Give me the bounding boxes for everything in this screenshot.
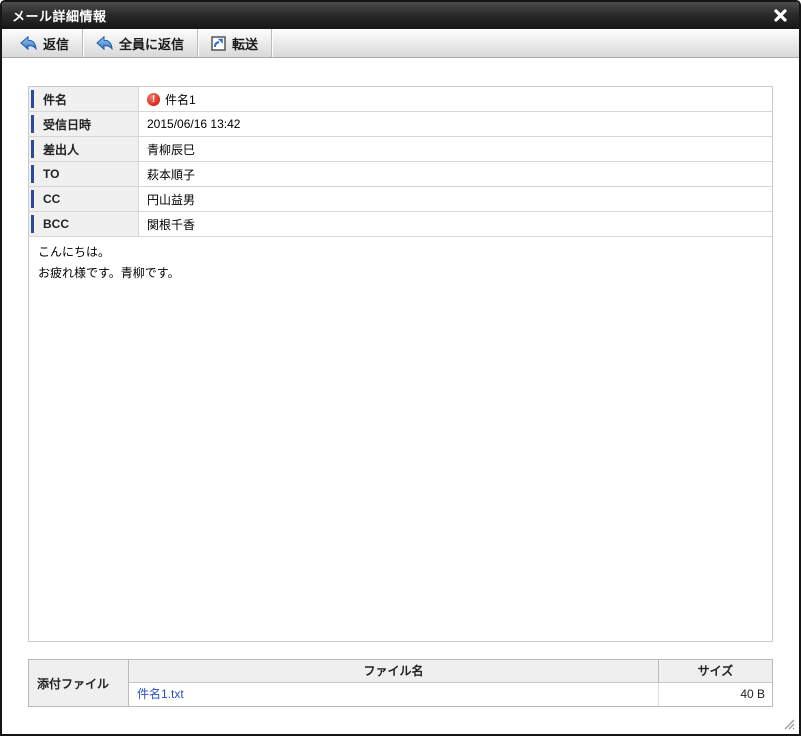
- toolbar: 返信 全員に返信 転送: [2, 29, 799, 58]
- field-label: BCC: [29, 212, 139, 236]
- field-label: 受信日時: [29, 112, 139, 136]
- attachments-col-filename: ファイル名: [129, 660, 659, 683]
- field-value: 青柳辰巳: [147, 142, 196, 157]
- reply-all-button-label: 全員に返信: [119, 36, 185, 52]
- forward-icon: [211, 35, 226, 51]
- reply-button-label: 返信: [43, 36, 70, 52]
- field-value-subject: ! 件名1: [139, 87, 772, 111]
- resize-grip-icon: [784, 719, 795, 730]
- mail-detail-dialog: メール詳細情報 返信 全員に返信 転送 件名 ! 件名1 受信日時 2015/0…: [0, 0, 801, 736]
- subject-text: 件名1: [165, 92, 196, 107]
- field-row-subject: 件名 ! 件名1: [29, 87, 772, 112]
- forward-button-label: 転送: [232, 36, 259, 52]
- field-label: 差出人: [29, 137, 139, 161]
- forward-button[interactable]: 転送: [198, 29, 273, 57]
- attachments-table: 添付ファイル ファイル名 サイズ 件名1.txt 40 B: [28, 659, 773, 707]
- mail-detail-panel: 件名 ! 件名1 受信日時 2015/06/16 13:42 差出人 青柳辰巳 …: [28, 86, 773, 642]
- field-row-received: 受信日時 2015/06/16 13:42: [29, 112, 772, 137]
- field-label: TO: [29, 162, 139, 186]
- reply-button[interactable]: 返信: [7, 29, 84, 57]
- field-row-sender: 差出人 青柳辰巳: [29, 137, 772, 162]
- reply-all-button[interactable]: 全員に返信: [83, 29, 199, 57]
- mail-body-line: こんにちは。: [38, 245, 111, 259]
- close-button[interactable]: [771, 7, 789, 25]
- field-row-cc: CC 円山益男: [29, 187, 772, 212]
- field-value: 関根千香: [147, 217, 196, 232]
- attachment-row-size: 40 B: [659, 683, 772, 706]
- mail-body: こんにちは。 お疲れ様です。青柳です。: [29, 237, 772, 289]
- close-icon: [773, 9, 787, 22]
- field-label: CC: [29, 187, 139, 211]
- field-label: 件名: [29, 87, 139, 111]
- field-value: 2015/06/16 13:42: [147, 117, 241, 131]
- field-value: 円山益男: [147, 192, 196, 207]
- resize-handle[interactable]: [779, 714, 795, 730]
- dialog-title: メール詳細情報: [12, 9, 107, 24]
- reply-all-arrow-icon: [96, 36, 113, 50]
- attachments-col-size: サイズ: [659, 660, 772, 683]
- dialog-title-bar: メール詳細情報: [2, 2, 799, 29]
- field-row-to: TO 萩本順子: [29, 162, 772, 187]
- field-row-bcc: BCC 関根千香: [29, 212, 772, 237]
- field-value: 萩本順子: [147, 167, 196, 182]
- attachment-file-link[interactable]: 件名1.txt: [137, 687, 184, 701]
- attachment-row-filename: 件名1.txt: [129, 683, 659, 706]
- mail-body-line: お疲れ様です。青柳です。: [38, 266, 180, 280]
- important-icon: !: [147, 92, 160, 106]
- attachments-section-label: 添付ファイル: [29, 660, 129, 706]
- reply-arrow-icon: [20, 36, 37, 50]
